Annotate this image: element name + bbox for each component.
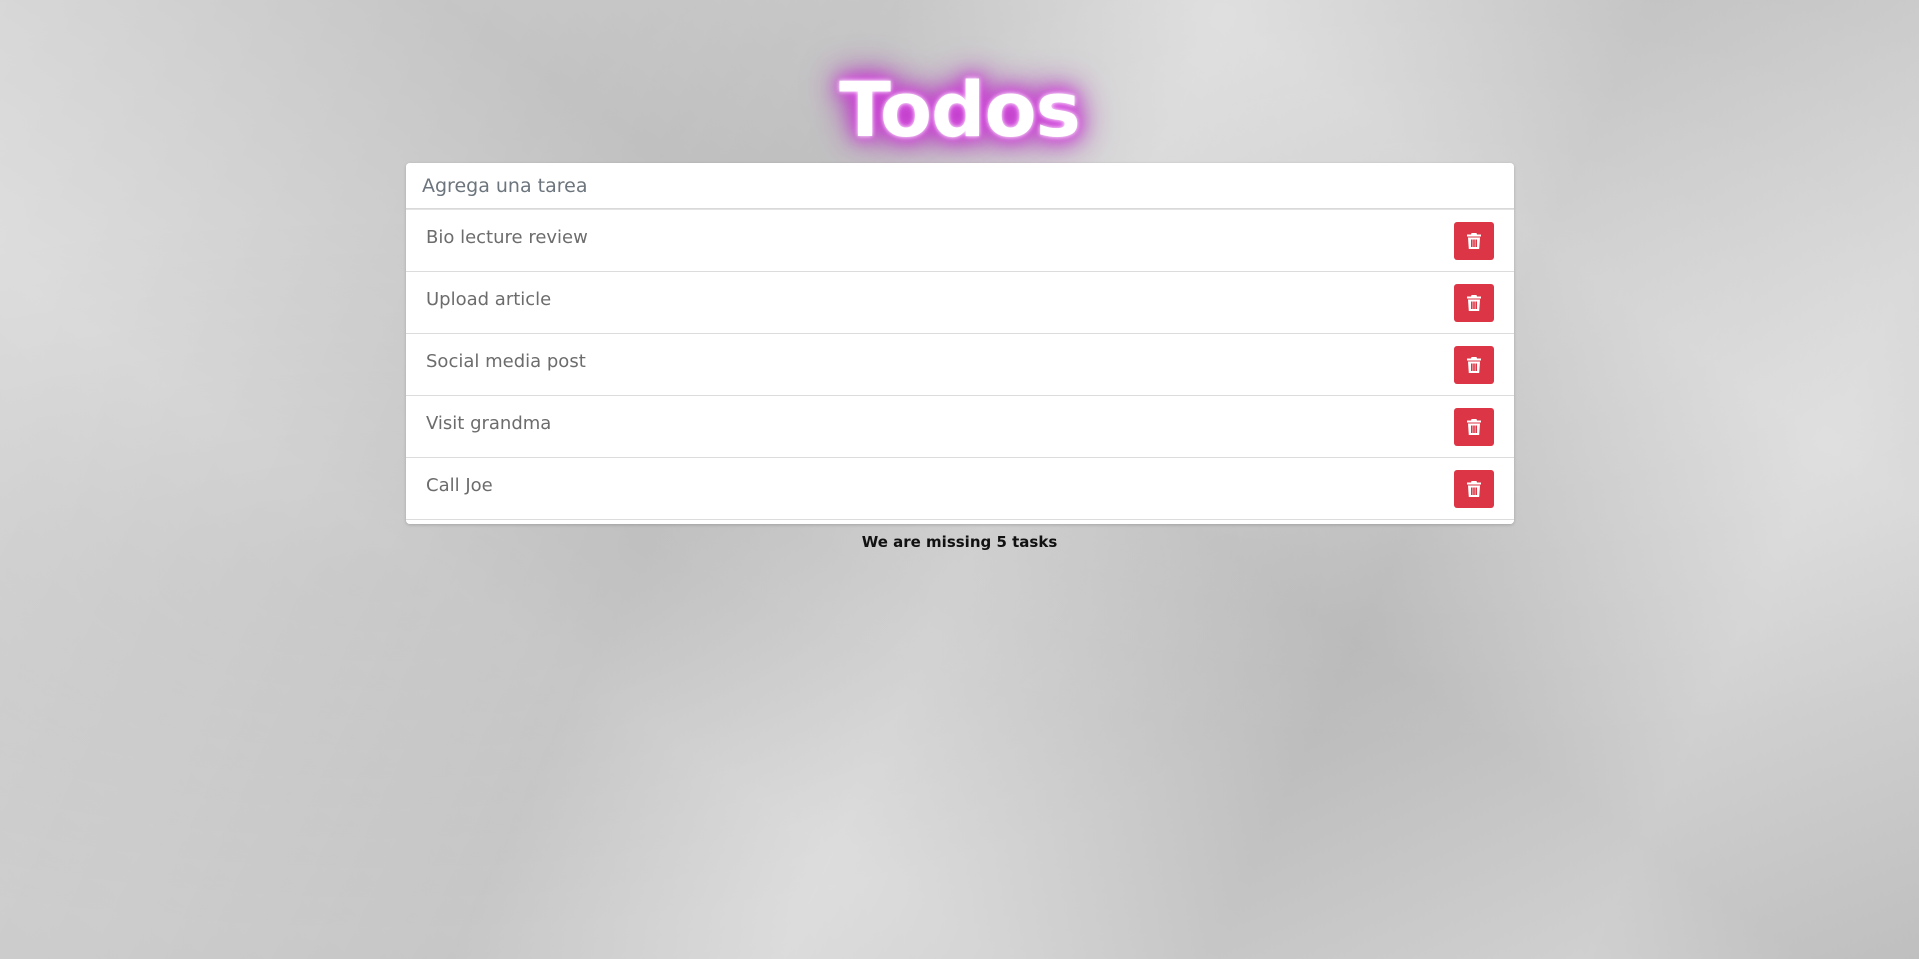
todo-item: Bio lecture review <box>406 210 1514 272</box>
trash-icon <box>1467 232 1481 249</box>
todo-item-label: Social media post <box>426 351 586 372</box>
delete-todo-button[interactable] <box>1454 283 1494 322</box>
todo-item-label: Upload article <box>426 289 552 310</box>
trash-icon <box>1467 480 1481 497</box>
todo-item-label: Visit grandma <box>426 413 552 434</box>
delete-todo-button[interactable] <box>1454 345 1494 384</box>
list-bottom-edge <box>406 520 1514 524</box>
delete-todo-button[interactable] <box>1454 469 1494 508</box>
delete-todo-button[interactable] <box>1454 221 1494 260</box>
todo-item-label: Call Joe <box>426 475 493 496</box>
page-title: Todos <box>839 65 1081 154</box>
todo-list: Bio lecture review Upload article Social… <box>406 209 1514 520</box>
trash-icon <box>1467 418 1481 435</box>
remaining-tasks-counter: We are missing 5 tasks <box>861 533 1058 551</box>
delete-todo-button[interactable] <box>1454 407 1494 446</box>
new-todo-input[interactable] <box>406 163 1514 209</box>
trash-icon <box>1467 294 1481 311</box>
todo-app: Todos Bio lecture review Upload article <box>0 0 1919 959</box>
todo-item: Visit grandma <box>406 396 1514 458</box>
trash-icon <box>1467 356 1481 373</box>
todo-item-label: Bio lecture review <box>426 227 588 248</box>
todo-item: Social media post <box>406 334 1514 396</box>
todo-card: Bio lecture review Upload article Social… <box>406 163 1514 524</box>
todo-item: Upload article <box>406 272 1514 334</box>
todo-item: Call Joe <box>406 458 1514 520</box>
